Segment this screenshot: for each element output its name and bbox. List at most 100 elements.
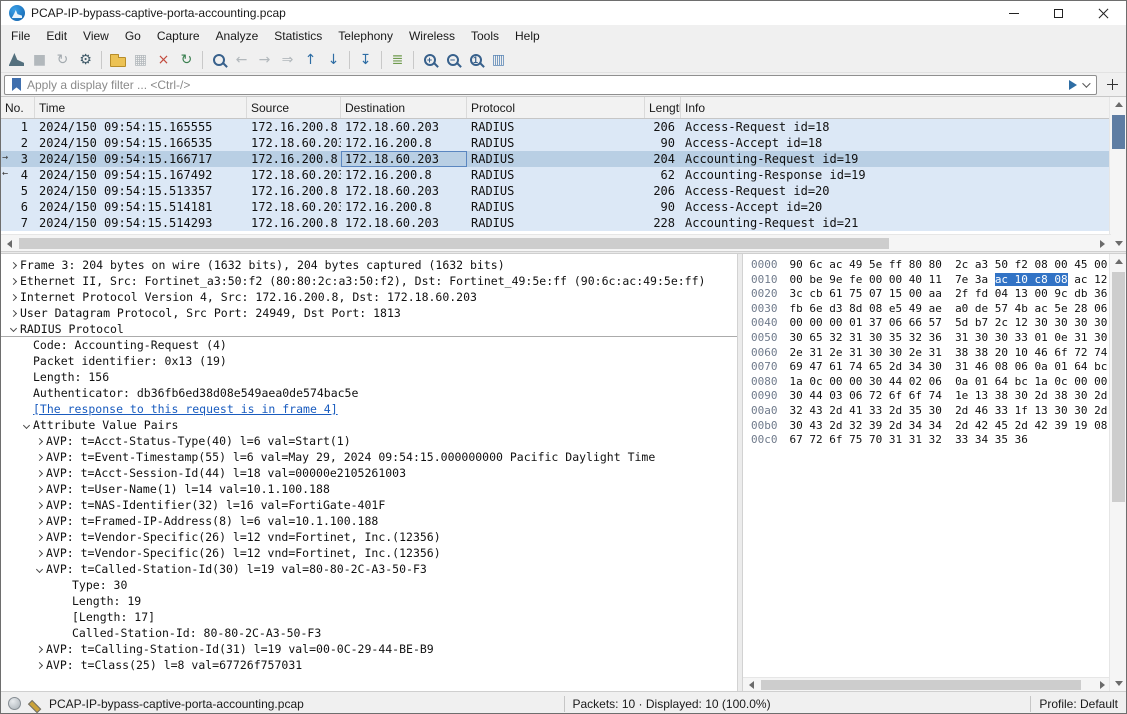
find-packet-button[interactable] — [207, 49, 230, 71]
close-button[interactable] — [1081, 1, 1126, 25]
detail-line[interactable]: AVP: t=NAS-Identifier(32) l=16 val=Forti… — [1, 497, 737, 513]
capture-start-button[interactable] — [5, 49, 28, 71]
apply-filter-icon[interactable] — [1069, 80, 1077, 90]
hex-row[interactable]: 00b030 43 2d 32 39 2d 34 34 2d 42 45 2d … — [751, 419, 1111, 434]
expander-icon[interactable] — [33, 439, 46, 444]
packet-row[interactable]: 4←2024/150 09:54:15.167492172.18.60.2031… — [1, 167, 1111, 183]
detail-line[interactable]: AVP: t=Acct-Status-Type(40) l=6 val=Star… — [1, 433, 737, 449]
capture-restart-button[interactable]: ↻ — [51, 49, 74, 71]
packet-list-vertical-scrollbar[interactable] — [1109, 97, 1126, 251]
auto-scroll-button[interactable]: ↧ — [354, 49, 377, 71]
minimize-button[interactable] — [991, 1, 1036, 25]
detail-line[interactable]: Type: 30 — [1, 577, 737, 593]
file-close-button[interactable]: × — [152, 49, 175, 71]
scrollbar-thumb[interactable] — [19, 238, 889, 249]
packet-row[interactable]: 52024/150 09:54:15.513357172.16.200.8172… — [1, 183, 1111, 199]
expander-icon[interactable] — [33, 503, 46, 508]
zoom-out-button[interactable]: − — [441, 49, 464, 71]
expander-icon[interactable] — [7, 311, 20, 316]
capture-options-button[interactable]: ⚙ — [74, 49, 97, 71]
go-last-packet-button[interactable]: ↓ — [322, 49, 345, 71]
expander-icon[interactable] — [33, 647, 46, 652]
detail-line[interactable]: Attribute Value Pairs — [1, 417, 737, 433]
go-to-packet-button[interactable]: ⇒ — [276, 49, 299, 71]
detail-line[interactable]: RADIUS Protocol — [1, 321, 737, 337]
file-save-button[interactable]: ▦ — [129, 49, 152, 71]
hex-row[interactable]: 00602e 31 2e 31 30 30 2e 31 38 38 20 10 … — [751, 346, 1111, 361]
expander-icon[interactable] — [33, 471, 46, 476]
scroll-down-icon[interactable] — [1110, 236, 1127, 251]
menu-view[interactable]: View — [75, 26, 117, 46]
zoom-in-button[interactable]: + — [418, 49, 441, 71]
expert-info-icon[interactable] — [8, 697, 21, 710]
detail-line[interactable]: Length: 156 — [1, 369, 737, 385]
expander-icon[interactable] — [33, 567, 46, 572]
maximize-button[interactable] — [1036, 1, 1081, 25]
scroll-right-icon[interactable] — [1094, 236, 1111, 251]
detail-line[interactable]: AVP: t=Called-Station-Id(30) l=19 val=80… — [1, 561, 737, 577]
menu-analyze[interactable]: Analyze — [208, 26, 267, 46]
packet-row[interactable]: 72024/150 09:54:15.514293172.16.200.8172… — [1, 215, 1111, 231]
file-reload-button[interactable]: ↻ — [175, 49, 198, 71]
menu-wireless[interactable]: Wireless — [401, 26, 463, 46]
menu-telephony[interactable]: Telephony — [330, 26, 401, 46]
hex-row[interactable]: 001000 be 9e fe 00 00 40 11 7e 3a ac 10 … — [751, 273, 1111, 288]
hex-row[interactable]: 005030 65 32 31 30 35 32 36 31 30 30 33 … — [751, 331, 1111, 346]
hex-row[interactable]: 004000 00 00 01 37 06 66 57 5d b7 2c 12 … — [751, 316, 1111, 331]
column-header-length[interactable]: Length — [645, 97, 681, 118]
filter-dropdown-icon[interactable] — [1082, 79, 1090, 87]
scroll-left-icon[interactable] — [1, 236, 18, 251]
detail-line[interactable]: AVP: t=Vendor-Specific(26) l=12 vnd=Fort… — [1, 545, 737, 561]
capture-comment-icon[interactable] — [28, 697, 41, 710]
column-header-protocol[interactable]: Protocol — [467, 97, 645, 118]
hex-row[interactable]: 00a032 43 2d 41 33 2d 35 30 2d 46 33 1f … — [751, 404, 1111, 419]
scrollbar-thumb[interactable] — [761, 680, 1081, 690]
packet-row[interactable]: 22024/150 09:54:15.166535172.18.60.20317… — [1, 135, 1111, 151]
scroll-up-icon[interactable] — [1110, 97, 1127, 112]
column-header-info[interactable]: Info — [681, 97, 1111, 118]
hex-row[interactable]: 00203c cb 61 75 07 15 00 aa 2f fd 04 13 … — [751, 287, 1111, 302]
expander-icon[interactable] — [7, 263, 20, 268]
detail-line[interactable]: AVP: t=User-Name(1) l=14 val=10.1.100.18… — [1, 481, 737, 497]
hex-row[interactable]: 000090 6c ac 49 5e ff 80 80 2c a3 50 f2 … — [751, 258, 1111, 273]
menu-edit[interactable]: Edit — [38, 26, 75, 46]
expander-icon[interactable] — [33, 487, 46, 492]
hex-row[interactable]: 007069 47 61 74 65 2d 34 30 31 46 08 06 … — [751, 360, 1111, 375]
expander-icon[interactable] — [20, 423, 33, 428]
capture-stop-button[interactable]: ■ — [28, 49, 51, 71]
packet-row[interactable]: 12024/150 09:54:15.165555172.16.200.8172… — [1, 119, 1111, 135]
add-filter-button-plus[interactable] — [1101, 75, 1123, 95]
detail-line[interactable]: AVP: t=Framed-IP-Address(8) l=6 val=10.1… — [1, 513, 737, 529]
resize-columns-button[interactable]: ▥ — [487, 49, 510, 71]
packet-row[interactable]: 3→2024/150 09:54:15.166717172.16.200.817… — [1, 151, 1111, 167]
scrollbar-thumb[interactable] — [1112, 272, 1125, 502]
expander-icon[interactable] — [33, 535, 46, 540]
expander-icon[interactable] — [33, 551, 46, 556]
scroll-down-icon[interactable] — [1110, 676, 1127, 691]
column-header-time[interactable]: Time — [35, 97, 247, 118]
hex-horizontal-scrollbar[interactable] — [743, 677, 1111, 691]
expander-icon[interactable] — [33, 519, 46, 524]
expander-icon[interactable] — [7, 279, 20, 284]
detail-line[interactable]: Frame 3: 204 bytes on wire (1632 bits), … — [1, 257, 737, 273]
menu-capture[interactable]: Capture — [149, 26, 208, 46]
packet-row[interactable]: 62024/150 09:54:15.514181172.18.60.20317… — [1, 199, 1111, 215]
filter-bookmark-icon[interactable] — [12, 78, 21, 91]
detail-line[interactable]: Called-Station-Id: 80-80-2C-A3-50-F3 — [1, 625, 737, 641]
hex-row[interactable]: 0030fb 6e d3 8d 08 e5 49 ae a0 de 57 4b … — [751, 302, 1111, 317]
menu-help[interactable]: Help — [507, 26, 548, 46]
detail-line[interactable]: AVP: t=Event-Timestamp(55) l=6 val=May 2… — [1, 449, 737, 465]
column-header-destination[interactable]: Destination — [341, 97, 467, 118]
menu-go[interactable]: Go — [117, 26, 149, 46]
lower-vertical-scrollbar[interactable] — [1109, 254, 1126, 691]
go-forward-button[interactable]: → — [253, 49, 276, 71]
file-open-button[interactable] — [106, 49, 129, 71]
expander-icon[interactable] — [33, 663, 46, 668]
scroll-up-icon[interactable] — [1110, 254, 1127, 269]
expander-icon[interactable] — [7, 326, 20, 331]
expander-icon[interactable] — [7, 295, 20, 300]
response-link-line[interactable]: [The response to this request is in fram… — [1, 401, 737, 417]
detail-line[interactable]: Authenticator: db36fb6ed38d08e549aea0de5… — [1, 385, 737, 401]
detail-line[interactable]: Code: Accounting-Request (4) — [1, 337, 737, 353]
status-profile[interactable]: Profile: Default — [1039, 697, 1118, 711]
